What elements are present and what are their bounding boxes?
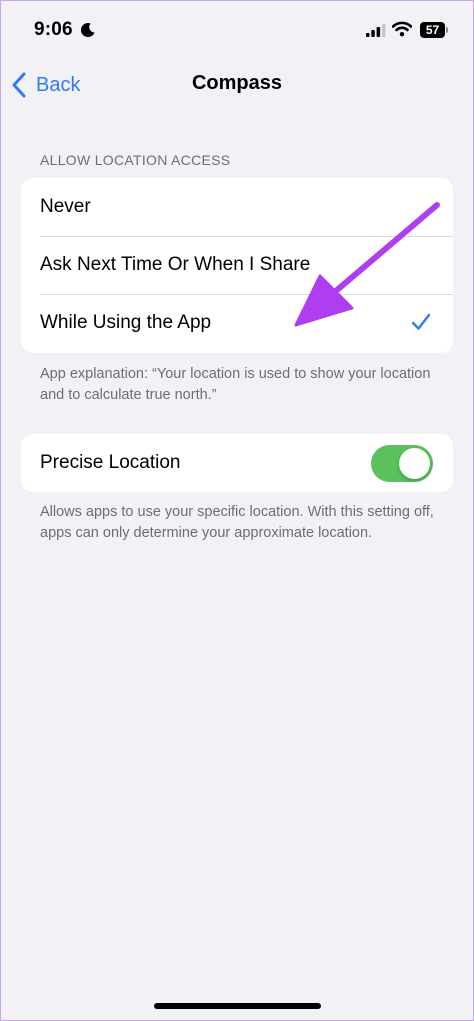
battery-cap xyxy=(446,27,448,33)
app-explanation-note: App explanation: “Your location is used … xyxy=(40,366,431,403)
option-ask-next-time[interactable]: Ask Next Time Or When I Share xyxy=(21,236,453,294)
battery-level: 57 xyxy=(425,23,440,37)
checkmark-icon xyxy=(411,313,431,330)
precise-location-note: Allows apps to use your specific locatio… xyxy=(40,504,434,541)
section-header-location-access: ALLOW LOCATION ACCESS xyxy=(40,152,231,168)
option-never[interactable]: Never xyxy=(21,178,453,236)
option-while-using-app[interactable]: While Using the App xyxy=(21,294,453,352)
status-time: 9:06 xyxy=(34,19,73,40)
battery-icon: 57 xyxy=(420,22,445,38)
precise-location-label: Precise Location xyxy=(40,452,181,473)
wifi-icon xyxy=(392,21,412,37)
location-access-group: Never Ask Next Time Or When I Share Whil… xyxy=(21,178,453,353)
moon-icon xyxy=(80,23,95,38)
precise-location-group: Precise Location xyxy=(21,434,453,492)
option-label: While Using the App xyxy=(40,312,212,333)
option-label: Ask Next Time Or When I Share xyxy=(40,254,311,275)
page-title: Compass xyxy=(191,72,283,94)
home-indicator[interactable] xyxy=(154,1003,321,1009)
toggle-knob xyxy=(399,448,430,479)
precise-location-row: Precise Location xyxy=(21,434,453,492)
option-label: Never xyxy=(40,196,91,217)
status-bar: 9:06 57 xyxy=(0,0,474,60)
signal-icon xyxy=(366,24,386,37)
precise-location-toggle[interactable] xyxy=(371,445,433,482)
